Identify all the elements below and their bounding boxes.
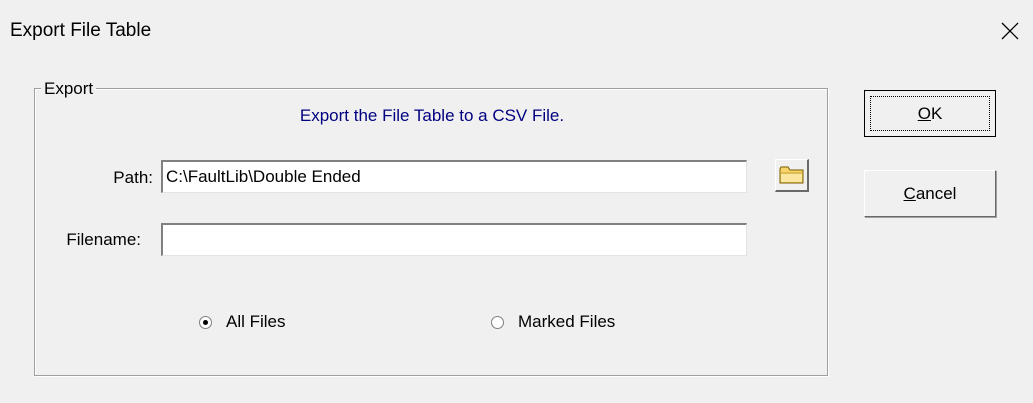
radio-all-files[interactable]: All Files	[199, 312, 286, 332]
title-bar[interactable]: Export File Table	[0, 0, 1033, 62]
radio-button-checked[interactable]	[199, 315, 212, 329]
radio-marked-files[interactable]: Marked Files	[491, 312, 615, 332]
export-description: Export the File Table to a CSV File.	[299, 106, 565, 125]
cancel-button-label: Cancel	[903, 183, 957, 203]
dialog-client-area: Export Export the File Table to a CSV Fi…	[8, 62, 1025, 403]
radio-marked-files-label: Marked Files	[518, 312, 616, 331]
browse-folder-button[interactable]	[775, 159, 809, 192]
window-title: Export File Table	[10, 20, 152, 41]
export-file-table-dialog: Export File Table Export Export the File…	[0, 0, 1033, 403]
close-icon	[1001, 22, 1019, 40]
close-button[interactable]	[987, 0, 1033, 62]
radio-button-unchecked[interactable]	[491, 315, 504, 329]
folder-icon	[779, 166, 803, 184]
filename-label: Filename:	[66, 230, 141, 249]
ok-button-label: OK	[917, 103, 943, 123]
path-field[interactable]: C:\FaultLib\Double Ended	[161, 160, 747, 193]
radio-all-files-label: All Files	[226, 312, 286, 331]
ok-button[interactable]: OK	[864, 90, 996, 137]
groupbox-legend: Export	[41, 79, 97, 99]
filename-field[interactable]	[161, 223, 747, 256]
cancel-button[interactable]: Cancel	[864, 170, 996, 217]
export-groupbox: Export Export the File Table to a CSV Fi…	[34, 79, 828, 376]
path-label: Path:	[113, 168, 153, 187]
